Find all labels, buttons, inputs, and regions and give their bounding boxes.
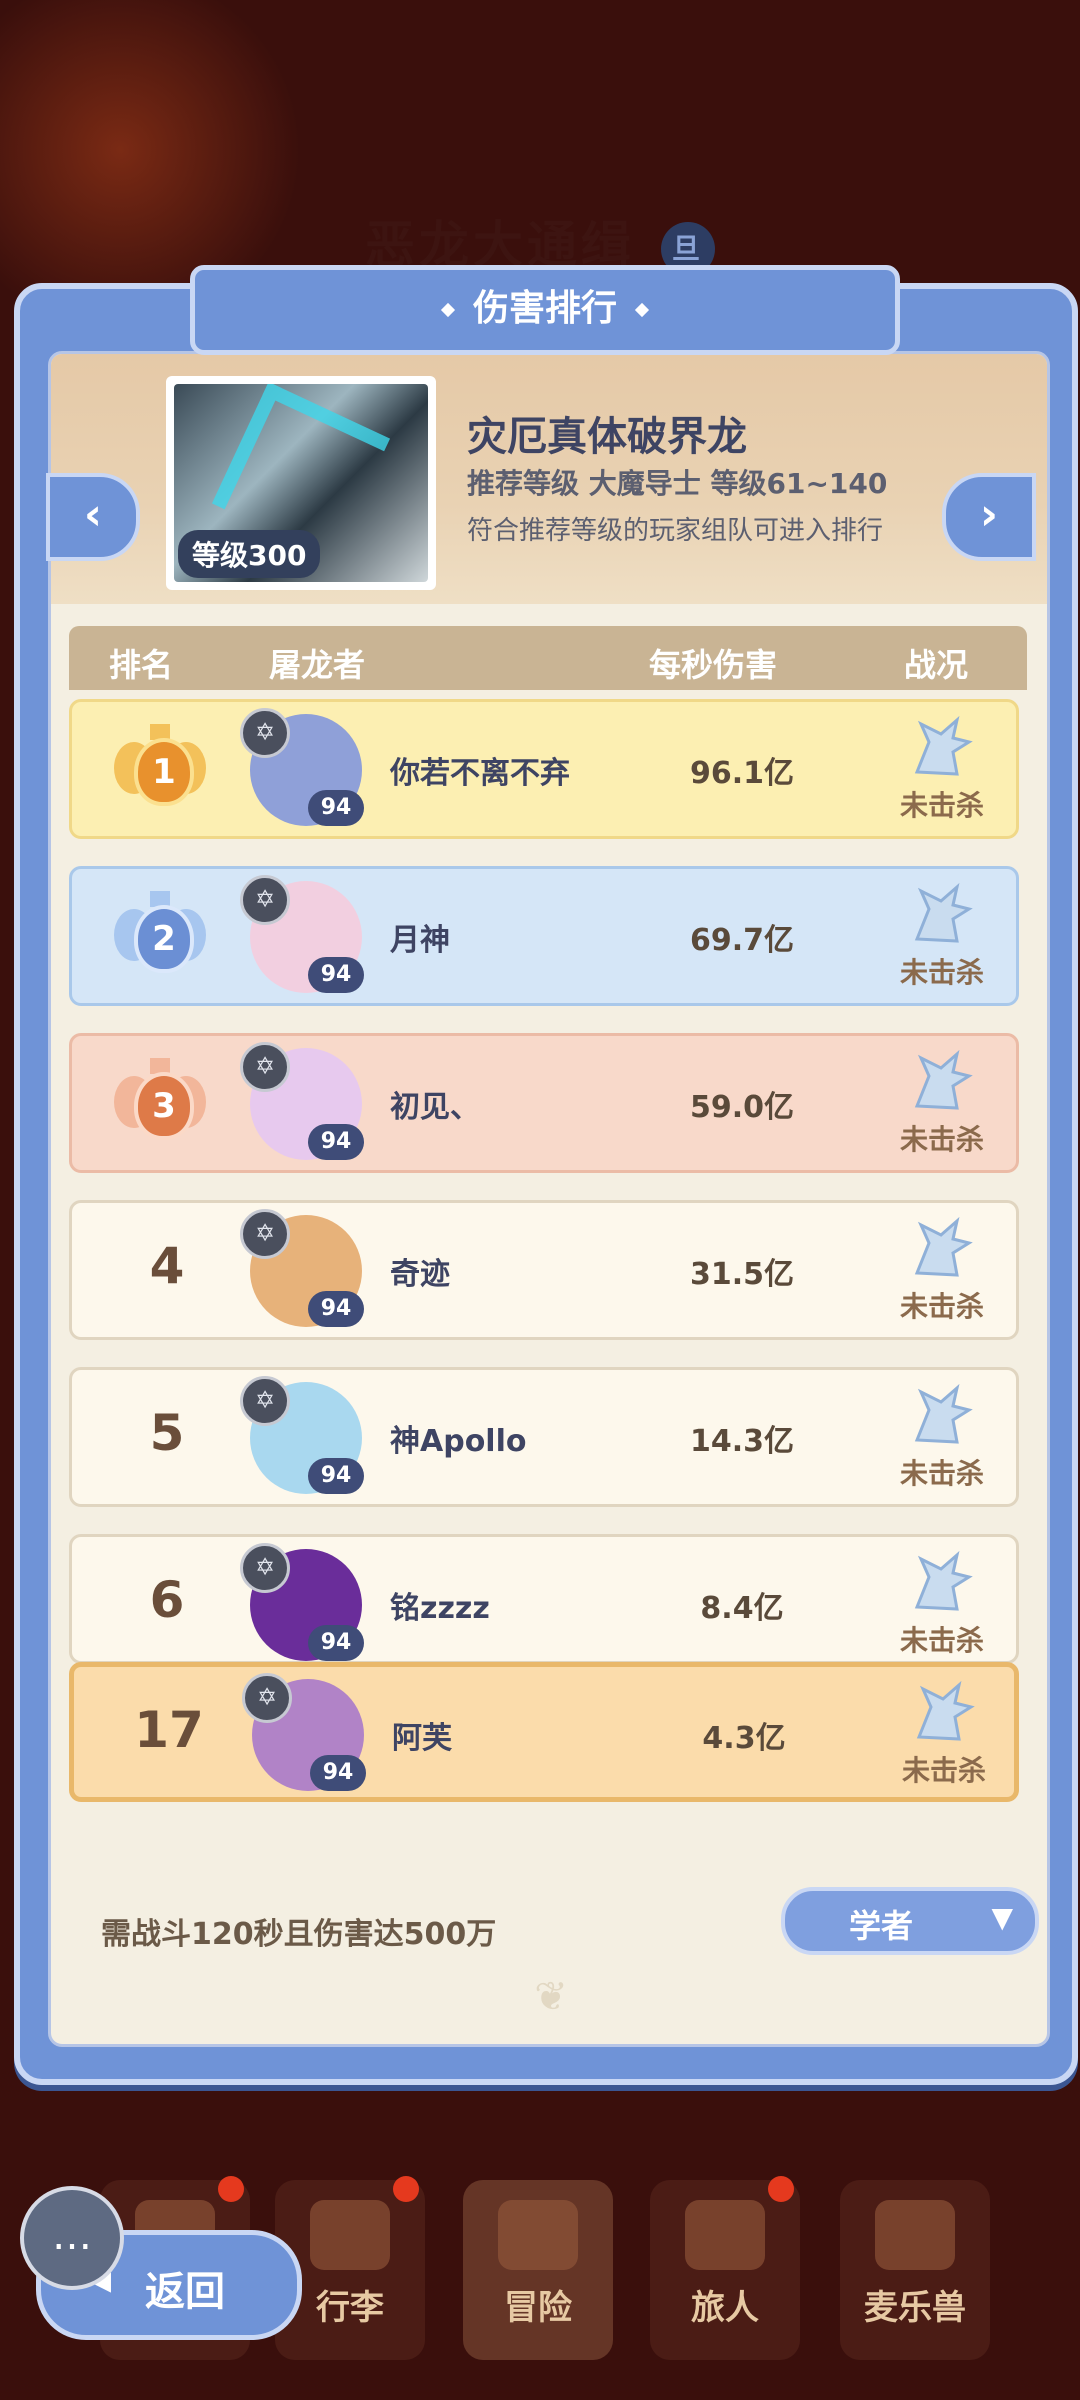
boss-portrait: 等级300 — [166, 376, 436, 590]
rank-number: 4 — [149, 1237, 185, 1295]
player-avatar[interactable]: ✡ 94 — [240, 875, 370, 999]
dragon-head-icon — [914, 1049, 973, 1110]
ranking-row[interactable]: 1 ✡ 94 你若不离不弃 96.1亿 未击杀 — [69, 699, 1019, 839]
damage-per-second: 69.7亿 — [689, 923, 795, 958]
player-name: 奇迹 — [390, 1257, 450, 1292]
ranking-row[interactable]: 6 ✡ 94 铭zzzz 8.4亿 未击杀 — [69, 1534, 1019, 1664]
class-emblem-icon: ✡ — [240, 708, 290, 758]
boss-info: 等级300 灾厄真体破界龙 推荐等级 大魔导士 等级61~140 符合推荐等级的… — [51, 354, 1047, 604]
ranking-table-header: 排名 屠龙者 每秒伤害 战况 — [69, 626, 1027, 690]
damage-per-second: 31.5亿 — [689, 1257, 795, 1292]
rank-number: 5 — [149, 1404, 185, 1462]
crossed-swords-icon — [498, 2200, 578, 2270]
battle-status: 未击杀 — [872, 712, 1012, 824]
previous-boss-button[interactable]: ‹ — [46, 473, 140, 561]
caret-down-icon: ▼ — [991, 1901, 1013, 1934]
battle-status: 未击杀 — [872, 1213, 1012, 1325]
silver-medal-icon: 2 — [110, 889, 210, 985]
nav-item-travelers[interactable]: 旅人 — [650, 2176, 800, 2360]
ornament-icon: ❦ — [534, 1974, 568, 2020]
battle-status: 未击杀 — [872, 1046, 1012, 1158]
dragon-head-icon — [914, 1216, 973, 1277]
chest-icon — [310, 2200, 390, 2270]
notification-dot — [393, 2176, 419, 2202]
battle-status: 未击杀 — [872, 879, 1012, 991]
header-rank: 排名 — [109, 646, 174, 684]
rank-number: 6 — [149, 1571, 185, 1629]
player-avatar[interactable]: ✡ 94 — [240, 1376, 370, 1500]
boss-level-badge: 等级300 — [178, 530, 321, 578]
gold-medal-icon: 1 — [110, 722, 210, 818]
class-emblem-icon: ✡ — [242, 1673, 292, 1723]
ranking-row[interactable]: 3 ✡ 94 初见、 59.0亿 未击杀 — [69, 1033, 1019, 1173]
panel-title: 伤害排行 — [190, 265, 900, 355]
panel-content: 等级300 灾厄真体破界龙 推荐等级 大魔导士 等级61~140 符合推荐等级的… — [48, 351, 1050, 2047]
player-level: 94 — [308, 1625, 364, 1661]
damage-per-second: 59.0亿 — [689, 1090, 795, 1125]
ranking-row[interactable]: 4 ✡ 94 奇迹 31.5亿 未击杀 — [69, 1200, 1019, 1340]
my-ranking-row[interactable]: 17 ✡ 94 阿芙 4.3亿 未击杀 — [69, 1662, 1019, 1802]
next-boss-button[interactable]: › — [942, 473, 1036, 561]
player-avatar[interactable]: ✡ 94 — [240, 1042, 370, 1166]
class-emblem-icon: ✡ — [240, 1042, 290, 1092]
player-name: 你若不离不弃 — [390, 756, 570, 791]
player-avatar[interactable]: ✡ 94 — [240, 1543, 370, 1661]
dragon-head-icon — [916, 1680, 975, 1741]
chat-bubble-icon: … — [52, 2213, 92, 2259]
boss-name: 灾厄真体破界龙 — [467, 414, 747, 460]
fox-icon — [875, 2200, 955, 2270]
damage-per-second: 96.1亿 — [689, 756, 795, 791]
dragon-head-icon — [914, 882, 973, 943]
ranking-requirement-note: 需战斗120秒且伤害达500万 — [101, 1917, 497, 1952]
player-avatar[interactable]: ✡ 94 — [240, 708, 370, 832]
battle-status: 未击杀 — [874, 1677, 1014, 1789]
battle-status: 未击杀 — [872, 1547, 1012, 1659]
player-level: 94 — [308, 790, 364, 826]
player-level: 94 — [310, 1755, 366, 1791]
player-name: 月神 — [390, 923, 450, 958]
player-level: 94 — [308, 1124, 364, 1160]
nav-item-pets[interactable]: 麦乐兽 — [840, 2180, 990, 2360]
notification-dot — [768, 2176, 794, 2202]
header-dps: 每秒伤害 — [649, 646, 778, 684]
player-level: 94 — [308, 1291, 364, 1327]
chevron-left-icon: ‹ — [83, 489, 103, 540]
bronze-medal-icon: 3 — [110, 1056, 210, 1152]
player-avatar[interactable]: ✡ 94 — [242, 1673, 372, 1797]
damage-per-second: 8.4亿 — [700, 1591, 784, 1626]
class-emblem-icon: ✡ — [240, 875, 290, 925]
rank-number: 17 — [134, 1701, 204, 1759]
damage-per-second: 14.3亿 — [689, 1424, 795, 1459]
character-icon — [685, 2200, 765, 2270]
dragon-head-icon — [914, 1550, 973, 1611]
class-emblem-icon: ✡ — [240, 1209, 290, 1259]
ranking-row[interactable]: 5 ✡ 94 神Apollo 14.3亿 未击杀 — [69, 1367, 1019, 1507]
nav-item-adventure[interactable]: 冒险 — [463, 2180, 613, 2360]
player-name: 阿芙 — [392, 1721, 452, 1756]
player-level: 94 — [308, 1458, 364, 1494]
boss-ranking-note: 符合推荐等级的玩家组队可进入排行 — [467, 516, 884, 546]
notification-dot — [218, 2176, 244, 2202]
boss-recommended-level: 推荐等级 大魔导士 等级61~140 — [467, 467, 888, 500]
battle-status: 未击杀 — [872, 1380, 1012, 1492]
chat-button[interactable]: … — [20, 2186, 124, 2290]
class-filter-dropdown[interactable]: 学者 ▼ — [781, 1887, 1039, 1955]
dragon-head-icon — [914, 715, 973, 776]
dragon-head-icon — [914, 1383, 973, 1444]
damage-ranking-panel: 等级300 灾厄真体破界龙 推荐等级 大魔导士 等级61~140 符合推荐等级的… — [14, 283, 1078, 2085]
player-name: 神Apollo — [390, 1424, 527, 1459]
header-status: 战况 — [904, 646, 969, 684]
class-emblem-icon: ✡ — [240, 1376, 290, 1426]
ranking-row[interactable]: 2 ✡ 94 月神 69.7亿 未击杀 — [69, 866, 1019, 1006]
player-name: 初见、 — [390, 1090, 480, 1125]
chevron-right-icon: › — [979, 489, 999, 540]
player-avatar[interactable]: ✡ 94 — [240, 1209, 370, 1333]
player-level: 94 — [308, 957, 364, 993]
damage-per-second: 4.3亿 — [702, 1721, 786, 1756]
header-player: 屠龙者 — [269, 646, 366, 684]
class-emblem-icon: ✡ — [240, 1543, 290, 1593]
player-name: 铭zzzz — [390, 1591, 490, 1626]
